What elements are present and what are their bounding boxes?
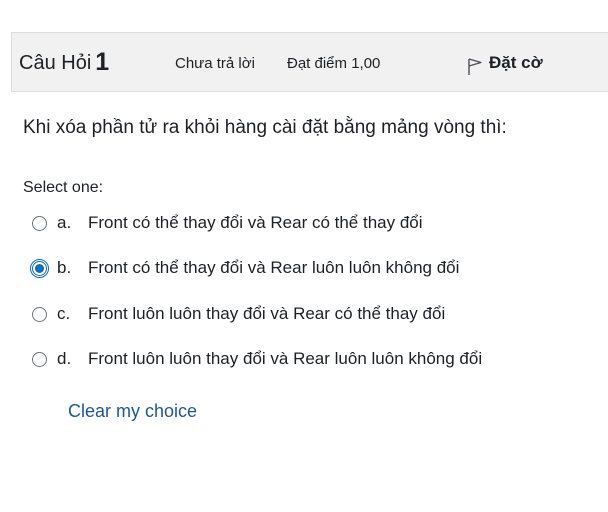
radio-d[interactable] xyxy=(32,351,47,367)
answer-option-b[interactable]: b. Front có thể thay đổi và Rear luôn lu… xyxy=(30,256,460,280)
question-title-label: Câu Hỏi xyxy=(19,52,92,74)
option-letter: b. xyxy=(57,258,72,277)
option-letter: a. xyxy=(57,213,72,232)
question-info-bar: Câu Hỏi 1 Chưa trả lời Đạt điểm 1,00 Đặt … xyxy=(11,32,608,92)
option-text: Front luôn luôn thay đổi và Rear có thể … xyxy=(88,304,446,323)
answer-option-a[interactable]: a. Front có thể thay đổi và Rear có thể … xyxy=(32,211,423,235)
radio-b[interactable] xyxy=(30,258,49,278)
question-number: 1 xyxy=(95,48,110,76)
option-text: Front có thể thay đổi và Rear có thể tha… xyxy=(88,213,423,232)
radio-a[interactable] xyxy=(32,215,47,231)
question-grade: Đạt điểm 1,00 xyxy=(287,55,381,72)
question-state: Chưa trả lời xyxy=(175,55,255,72)
flag-question-button[interactable]: Đặt cờ xyxy=(467,53,543,76)
flag-outline-icon xyxy=(467,56,483,76)
answer-option-c[interactable]: c. Front luôn luôn thay đổi và Rear có t… xyxy=(32,302,445,326)
clear-choice-link[interactable]: Clear my choice xyxy=(68,401,197,422)
option-letter: d. xyxy=(57,349,72,368)
question-title: Câu Hỏi 1 xyxy=(19,47,109,76)
option-letter: c. xyxy=(57,304,71,323)
select-one-prompt: Select one: xyxy=(23,179,104,196)
option-text: Front có thể thay đổi và Rear luôn luôn … xyxy=(88,258,460,277)
answer-option-d[interactable]: d. Front luôn luôn thay đổi và Rear luôn… xyxy=(32,347,482,371)
radio-c[interactable] xyxy=(32,306,47,322)
flag-label: Đặt cờ xyxy=(489,53,543,72)
question-text: Khi xóa phần tử ra khỏi hàng cài đặt bằn… xyxy=(23,117,507,138)
option-text: Front luôn luôn thay đổi và Rear luôn lu… xyxy=(88,349,483,368)
quiz-question-page: Câu Hỏi 1 Chưa trả lời Đạt điểm 1,00 Đặt … xyxy=(0,0,608,512)
